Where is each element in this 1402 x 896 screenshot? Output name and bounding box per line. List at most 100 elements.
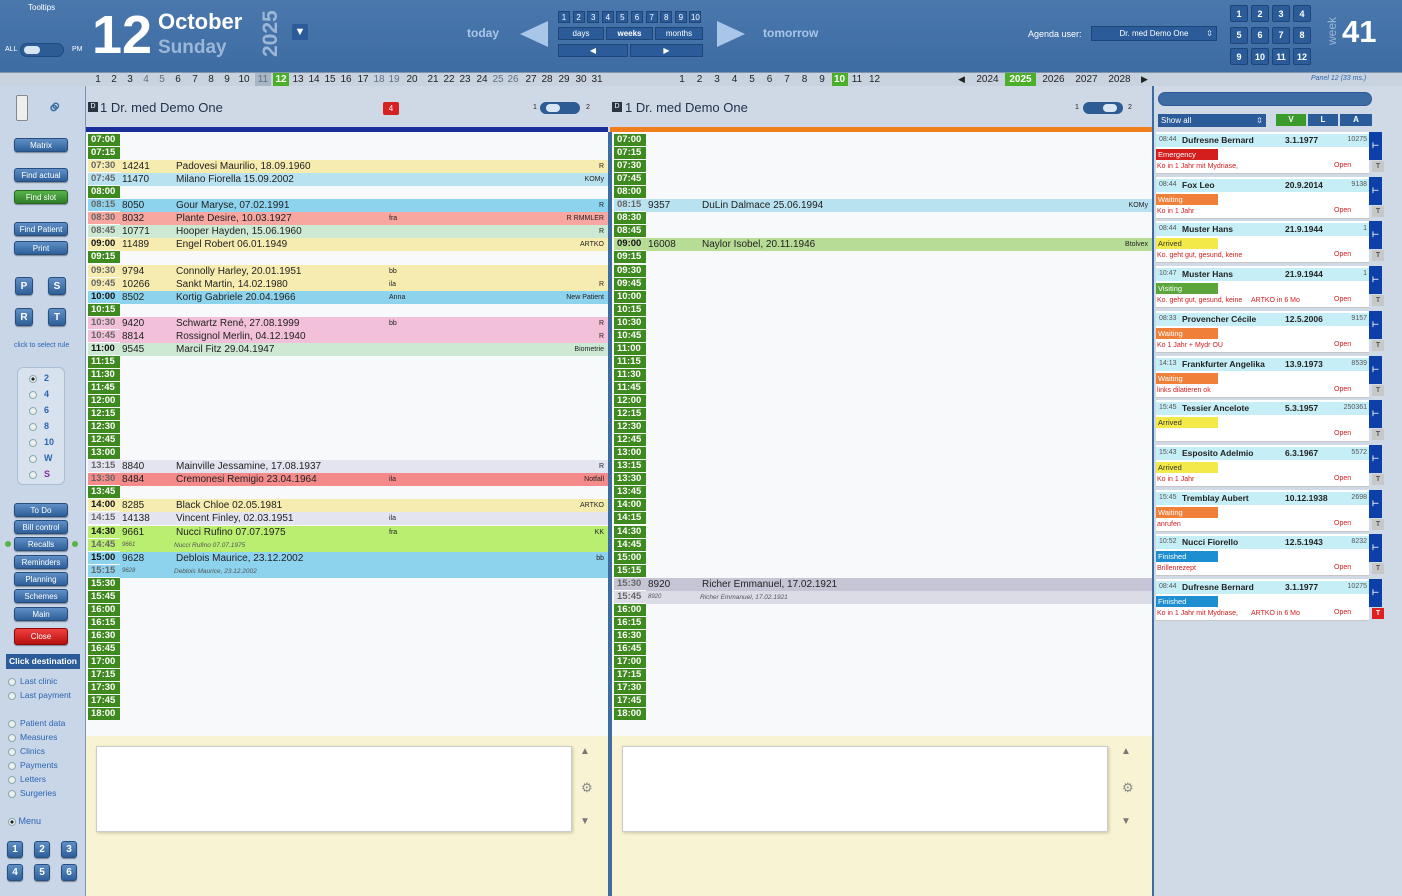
prev-period-icon[interactable]: ◀: [558, 44, 628, 57]
strip-month-2[interactable]: 2: [692, 73, 708, 86]
strip-month-7[interactable]: 7: [779, 73, 795, 86]
strip-month-5[interactable]: 5: [744, 73, 760, 86]
quick-button-3[interactable]: 3: [61, 841, 77, 858]
rule-radio-6[interactable]: 6: [29, 405, 49, 415]
time-slot[interactable]: 13:45: [614, 486, 646, 499]
appointment-row[interactable]: 11489 Engel Robert 06.01.1949 ARTKO: [120, 238, 608, 252]
queue-card[interactable]: 15:45 Tessier Ancelote 5.3.1957 250361 Arriv…: [1156, 400, 1369, 443]
destination-patient-data[interactable]: Patient data: [8, 718, 84, 732]
time-slot[interactable]: 17:45: [614, 695, 646, 708]
queue-card[interactable]: 08:44 Muster Hans 21.9.1944 1 Arrived Ko. geh…: [1156, 221, 1369, 264]
strip-day-1[interactable]: 1: [90, 73, 106, 86]
time-slot[interactable]: 08:00: [614, 186, 646, 199]
time-slot[interactable]: 14:45: [614, 538, 646, 551]
destination-payments[interactable]: Payments: [8, 760, 84, 774]
nav-number-10[interactable]: 10: [689, 11, 702, 23]
matrix-button[interactable]: Matrix: [14, 138, 68, 152]
strip-day-10[interactable]: 10: [236, 73, 252, 86]
print-button[interactable]: Print: [14, 241, 68, 255]
strip-day-20[interactable]: 20: [404, 73, 420, 86]
time-slot[interactable]: 18:00: [88, 708, 120, 721]
week-grid-10[interactable]: 10: [1251, 48, 1269, 65]
queue-card[interactable]: 10:47 Muster Hans 21.9.1944 1 Visiting Ko. ge…: [1156, 266, 1369, 309]
nav-number-9[interactable]: 9: [674, 11, 687, 23]
rule-s-button[interactable]: S: [48, 277, 66, 295]
time-slot[interactable]: 17:00: [88, 656, 120, 668]
time-slot[interactable]: 11:30: [88, 368, 120, 381]
time-slot[interactable]: 13:00: [88, 447, 120, 460]
find-patient-button[interactable]: Find Patient: [14, 222, 68, 236]
time-slot[interactable]: 13:30: [614, 473, 646, 486]
appointment-row[interactable]: 9794 Connolly Harley, 20.01.1951 bb: [120, 264, 608, 278]
strip-day-5[interactable]: 5: [154, 73, 170, 86]
strip-month-4[interactable]: 4: [727, 73, 743, 86]
nav-number-3[interactable]: 3: [587, 11, 600, 23]
strip-day-16[interactable]: 16: [338, 73, 354, 86]
queue-t-button[interactable]: T: [1372, 339, 1384, 351]
appointment-row[interactable]: 8032 Plante Desire, 10.03.1927 fra R RMMLER: [120, 212, 608, 226]
strip-year-2028[interactable]: 2028: [1104, 73, 1135, 86]
notes-1-up-icon[interactable]: ▲: [580, 746, 590, 757]
appointment-row[interactable]: 8502 Kortig Gabriele 20.04.1966 Anna New Pa…: [120, 290, 608, 304]
nav-number-4[interactable]: 4: [601, 11, 614, 23]
appointment-row[interactable]: 14138 Vincent Finley, 02.03.1951 ila: [120, 512, 608, 526]
appointment-row[interactable]: 9661 Nucci Rufino 07.07.1975: [120, 538, 608, 552]
time-label[interactable]: 10:30: [88, 316, 120, 329]
bill-control-button[interactable]: Bill control: [14, 520, 68, 534]
tomorrow-link[interactable]: tomorrow: [763, 26, 818, 40]
appointment-row[interactable]: 14241 Padovesi Maurilio, 18.09.1960 R: [120, 160, 608, 174]
link-icon[interactable]: ⚭: [41, 93, 71, 123]
week-grid-9[interactable]: 9: [1230, 48, 1248, 65]
time-slot[interactable]: 16:30: [88, 629, 120, 642]
time-label[interactable]: 09:00: [88, 238, 120, 251]
week-grid-3[interactable]: 3: [1272, 5, 1290, 22]
menu-radio[interactable]: Menu: [8, 816, 41, 826]
strip-day-13[interactable]: 13: [290, 73, 306, 86]
queue-card[interactable]: 08:44 Dufresne Bernard 3.1.1977 10275 Emerge…: [1156, 132, 1369, 174]
time-slot[interactable]: 15:30: [88, 577, 120, 590]
time-slot[interactable]: 14:00: [614, 499, 646, 512]
queue-t-button[interactable]: T: [1372, 205, 1384, 217]
appointment-row[interactable]: 16008 Naylor Isobel, 20.11.1946 Btolvex: [646, 238, 1152, 252]
strip-day-18[interactable]: 18: [371, 73, 387, 86]
destination-last-payment[interactable]: Last payment: [8, 690, 84, 704]
time-slot[interactable]: 12:45: [614, 434, 646, 447]
rule-radio-10[interactable]: 10: [29, 437, 54, 447]
time-label[interactable]: 11:00: [88, 342, 120, 355]
time-slot[interactable]: 07:15: [614, 147, 646, 160]
strip-day-7[interactable]: 7: [187, 73, 203, 86]
time-slot[interactable]: 13:00: [614, 447, 646, 460]
planning-button[interactable]: Planning: [14, 572, 68, 586]
nav-number-7[interactable]: 7: [645, 11, 658, 23]
time-label[interactable]: 07:30: [88, 160, 120, 173]
queue-side-tab[interactable]: ⊢: [1369, 221, 1382, 250]
week-grid-11[interactable]: 11: [1272, 48, 1290, 65]
queue-open-link[interactable]: Open: [1334, 207, 1351, 214]
strip-year-2026[interactable]: 2026: [1038, 73, 1069, 86]
queue-card[interactable]: 08:44 Fox Leo 20.9.2014 9138 Waiting Ko in 1 …: [1156, 176, 1369, 219]
strip-day-31[interactable]: 31: [589, 73, 605, 86]
destination-last-clinic[interactable]: Last clinic: [8, 676, 84, 690]
time-slot[interactable]: 14:15: [614, 512, 646, 525]
appointment-row[interactable]: 10266 Sankt Martin, 14.02.1980 ila R: [120, 277, 608, 291]
queue-open-link[interactable]: Open: [1334, 341, 1351, 348]
rule-radio-S[interactable]: S: [29, 469, 50, 479]
strip-day-8[interactable]: 8: [203, 73, 219, 86]
strip-day-6[interactable]: 6: [170, 73, 186, 86]
time-label[interactable]: 13:15: [88, 460, 120, 473]
week-grid-1[interactable]: 1: [1230, 5, 1248, 22]
find-actual-button[interactable]: Find actual: [14, 168, 68, 182]
destination-clinics[interactable]: Clinics: [8, 746, 84, 760]
time-slot[interactable]: 11:15: [614, 355, 646, 368]
strip-day-11[interactable]: 11: [255, 73, 271, 86]
appointment-row[interactable]: 8050 Gour Maryse, 07.02.1991 R: [120, 199, 608, 213]
time-slot[interactable]: 15:45: [88, 590, 120, 603]
time-label[interactable]: 15:15: [88, 564, 120, 577]
destination-letters[interactable]: Letters: [8, 774, 84, 788]
time-slot[interactable]: 16:00: [88, 603, 120, 616]
queue-card[interactable]: 14:13 Frankfurter Angelika 13.9.1973 8539 Wa…: [1156, 355, 1369, 398]
time-slot[interactable]: 12:00: [88, 395, 120, 407]
queue-side-tab[interactable]: ⊢: [1369, 579, 1382, 607]
time-label[interactable]: 09:30: [88, 264, 120, 277]
queue-side-tab[interactable]: ⊢: [1369, 266, 1382, 295]
